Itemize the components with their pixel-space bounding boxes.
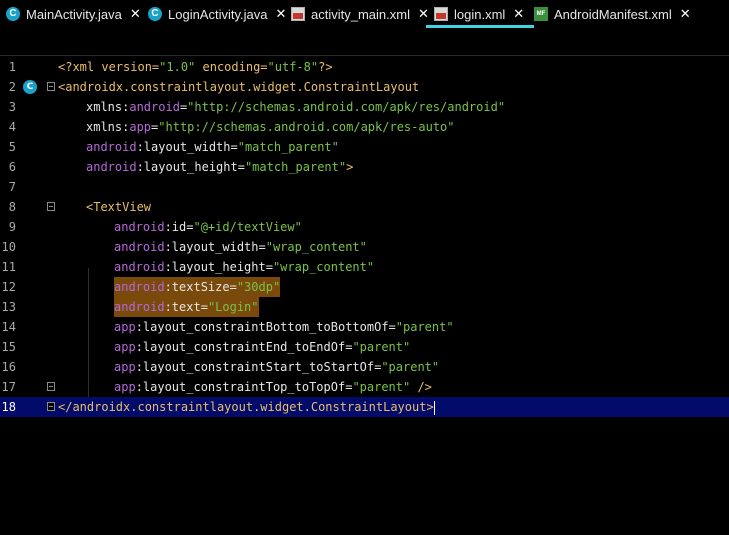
line-number: 8 — [8, 200, 16, 214]
class-reference-gutter-icon[interactable]: C — [23, 80, 37, 94]
code-line[interactable]: 15 app:layout_constraintEnd_toEndOf="par… — [0, 337, 729, 357]
line-number: 1 — [8, 60, 16, 74]
editor-tab-bar: C MainActivity.java ✕ C LoginActivity.ja… — [0, 0, 729, 28]
code-line[interactable]: 13 android:text="Login" — [0, 297, 729, 317]
close-icon[interactable]: ✕ — [418, 6, 429, 22]
tab-login-xml[interactable]: login.xml ✕ — [425, 0, 535, 28]
tab-loginactivity-java[interactable]: C LoginActivity.java ✕ — [148, 0, 286, 28]
java-class-icon: C — [6, 7, 20, 21]
code-line[interactable]: 4 xmlns:app="http://schemas.android.com/… — [0, 117, 729, 137]
code-text: app:layout_constraintEnd_toEndOf="parent… — [114, 340, 411, 354]
code-text: <TextView — [86, 200, 152, 214]
line-number: 16 — [1, 360, 16, 374]
code-text: android:layout_width="match_parent" — [86, 140, 339, 154]
editor-toolbar-strip — [0, 28, 729, 56]
line-number: 13 — [1, 300, 16, 314]
line-number: 15 — [1, 340, 16, 354]
line-number: 2 — [8, 80, 16, 94]
fold-icon[interactable] — [47, 82, 55, 91]
code-text: </androidx.constraintlayout.widget.Const… — [58, 400, 435, 415]
code-text: <androidx.constraintlayout.widget.Constr… — [58, 80, 420, 94]
manifest-file-icon: MF — [534, 7, 548, 21]
code-line[interactable]: 3 xmlns:android="http://schemas.android.… — [0, 97, 729, 117]
code-line[interactable]: 7 — [0, 177, 729, 197]
line-number: 4 — [8, 120, 16, 134]
line-number: 11 — [1, 260, 16, 274]
code-text: app:layout_constraintStart_toStartOf="pa… — [114, 360, 440, 374]
code-text: app:layout_constraintBottom_toBottomOf="… — [114, 320, 454, 334]
line-number: 9 — [8, 220, 16, 234]
code-text: android:layout_height="match_parent"> — [86, 160, 354, 174]
code-line[interactable]: 11 android:layout_height="wrap_content" — [0, 257, 729, 277]
code-text: xmlns:android="http://schemas.android.co… — [86, 100, 506, 114]
close-icon[interactable]: ✕ — [275, 6, 286, 22]
fold-icon[interactable] — [47, 202, 55, 211]
tab-label: login.xml — [454, 6, 506, 22]
tab-activity-main-xml[interactable]: activity_main.xml ✕ — [291, 0, 429, 28]
line-number: 18 — [1, 400, 16, 414]
code-text: android:layout_width="wrap_content" — [114, 240, 367, 254]
java-class-icon: C — [148, 7, 162, 21]
close-icon[interactable]: ✕ — [130, 6, 141, 22]
highlighted-code-text: android:text="Login" — [114, 297, 259, 317]
code-line[interactable]: 8 <TextView — [0, 197, 729, 217]
current-code-line[interactable]: 18 </androidx.constraintlayout.widget.Co… — [0, 397, 729, 417]
code-line[interactable]: 2 C <androidx.constraintlayout.widget.Co… — [0, 77, 729, 97]
tab-label: activity_main.xml — [311, 6, 410, 22]
line-number: 5 — [8, 140, 16, 154]
code-line[interactable]: 1 <?xml version="1.0" encoding="utf-8"?> — [0, 57, 729, 77]
code-line[interactable]: 12 android:textSize="30dp" — [0, 277, 729, 297]
code-line[interactable]: 17 app:layout_constraintTop_toTopOf="par… — [0, 377, 729, 397]
code-text: xmlns:app="http://schemas.android.com/ap… — [86, 120, 455, 134]
code-line[interactable]: 5 android:layout_width="match_parent" — [0, 137, 729, 157]
code-line[interactable]: 6 android:layout_height="match_parent"> — [0, 157, 729, 177]
close-icon[interactable]: ✕ — [680, 6, 691, 22]
fold-icon[interactable] — [47, 402, 55, 411]
tab-mainactivity-java[interactable]: C MainActivity.java ✕ — [6, 0, 141, 28]
xml-file-icon — [434, 7, 448, 21]
line-number: 12 — [1, 280, 16, 294]
fold-icon[interactable] — [47, 382, 55, 391]
code-text: <?xml version="1.0" encoding="utf-8"?> — [58, 60, 333, 74]
tab-androidmanifest-xml[interactable]: MF AndroidManifest.xml ✕ — [534, 0, 691, 28]
close-icon[interactable]: ✕ — [513, 6, 524, 22]
tab-label: MainActivity.java — [26, 6, 122, 22]
code-line[interactable]: 14 app:layout_constraintBottom_toBottomO… — [0, 317, 729, 337]
highlighted-code-text: android:textSize="30dp" — [114, 277, 281, 297]
xml-file-icon — [291, 7, 305, 21]
code-editor[interactable]: 1 <?xml version="1.0" encoding="utf-8"?>… — [0, 57, 729, 535]
code-line[interactable]: 9 android:id="@+id/textView" — [0, 217, 729, 237]
code-line[interactable]: 16 app:layout_constraintStart_toStartOf=… — [0, 357, 729, 377]
line-number: 7 — [8, 180, 16, 194]
line-number: 17 — [1, 380, 16, 394]
text-caret — [433, 400, 435, 415]
tab-label: AndroidManifest.xml — [554, 6, 672, 22]
code-text: android:id="@+id/textView" — [114, 220, 302, 234]
code-text: app:layout_constraintTop_toTopOf="parent… — [114, 380, 432, 394]
line-number: 6 — [8, 160, 16, 174]
line-number: 3 — [8, 100, 16, 114]
tab-label: LoginActivity.java — [168, 6, 268, 22]
code-text: android:layout_height="wrap_content" — [114, 260, 375, 274]
line-number: 14 — [1, 320, 16, 334]
code-line[interactable]: 10 android:layout_width="wrap_content" — [0, 237, 729, 257]
line-number: 10 — [1, 240, 16, 254]
